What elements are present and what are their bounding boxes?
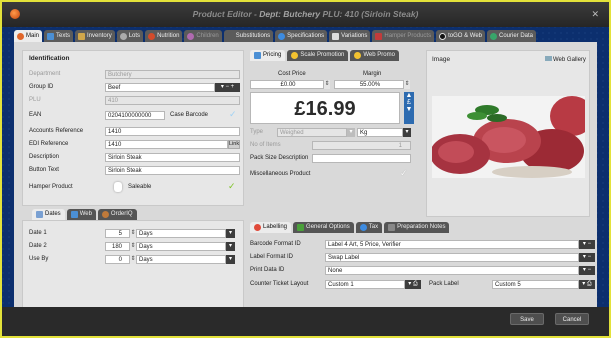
window-frame	[0, 0, 611, 338]
